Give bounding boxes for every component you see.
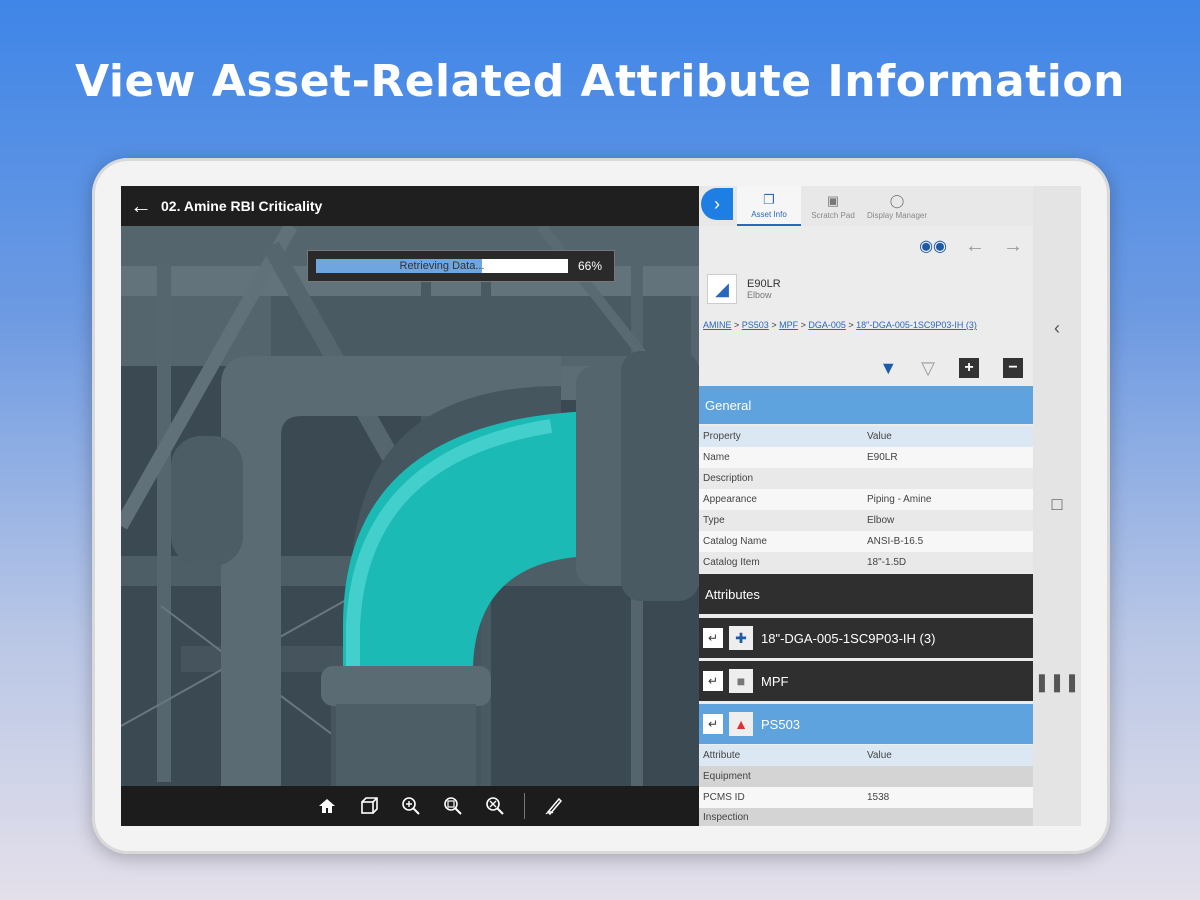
zoom-window-icon[interactable] (440, 793, 466, 819)
property-name: Appearance (703, 494, 757, 505)
asset-name: E90LR (747, 278, 781, 290)
attribute-node-ps503[interactable]: ↵ ▲ PS503 (699, 704, 1033, 744)
binoculars-icon[interactable]: ◉◉ (919, 236, 947, 256)
property-value: Elbow (867, 515, 895, 526)
arrow-right-icon[interactable]: → (1003, 235, 1023, 258)
attribute-table-header: Attribute Value (699, 745, 1033, 766)
back-nav-icon[interactable]: ‹ (1033, 318, 1081, 339)
property-name: Description (703, 473, 754, 484)
breadcrumb-link[interactable]: DGA-005 (808, 320, 846, 330)
asset-summary: ◢ E90LR Elbow (699, 266, 1033, 312)
asset-info-panel: › ❐ Asset Info ▣ Scratch Pad ◯ Display M… (699, 186, 1033, 826)
pipe-run-icon: ✚ (729, 626, 753, 650)
attribute-node-mpf[interactable]: ↵ ■ MPF (699, 661, 1033, 701)
markup-pen-icon[interactable] (541, 793, 567, 819)
column-header: Attribute (703, 750, 741, 761)
progress-label: Retrieving Data... (399, 260, 485, 272)
tablet-screen: ← 02. Amine RBI Criticality Retrieving D… (121, 186, 1081, 826)
column-header: Property (703, 431, 741, 442)
navigate-up-icon[interactable]: ↵ (703, 628, 723, 648)
general-section-header[interactable]: General (699, 386, 1033, 424)
property-name: Catalog Item (703, 557, 760, 568)
attribute-name: PCMS ID (703, 792, 745, 803)
zoom-selection-icon[interactable] (482, 793, 508, 819)
navigate-up-icon[interactable]: ↵ (703, 671, 723, 691)
3d-viewer[interactable]: ← 02. Amine RBI Criticality Retrieving D… (121, 186, 699, 826)
home-nav-icon[interactable]: □ (1033, 494, 1081, 515)
home-icon[interactable] (314, 793, 340, 819)
zoom-extents-icon[interactable] (398, 793, 424, 819)
asset-type: Elbow (747, 290, 772, 300)
cube-icon[interactable] (356, 793, 382, 819)
property-name: Type (703, 515, 725, 526)
table-row: Catalog Item 18"-1.5D (699, 552, 1033, 573)
viewer-toolbar (121, 786, 699, 826)
property-value: ANSI-B-16.5 (867, 536, 924, 547)
arrow-left-icon[interactable]: ← (121, 193, 161, 219)
breadcrumb-link[interactable]: PS503 (742, 320, 769, 330)
breadcrumb-link[interactable]: MPF (779, 320, 798, 330)
system-nav-rail: ‹ □ ❚❚❚ (1033, 186, 1081, 826)
asset-info-icon: ❐ (763, 191, 775, 207)
breadcrumb: AMINE > PS503 > MPF > DGA-005 > 18"-DGA-… (703, 320, 977, 330)
property-value: E90LR (867, 452, 898, 463)
property-value: Piping - Amine (867, 494, 932, 505)
filter-toolbar: ▼ ▽ + − (699, 352, 1033, 384)
property-value: 18"-1.5D (867, 557, 907, 568)
recents-nav-icon[interactable]: ❚❚❚ (1033, 672, 1081, 693)
expand-all-icon[interactable]: + (959, 358, 979, 378)
area-icon: ■ (729, 669, 753, 693)
attribute-group-row: Inspection (699, 808, 1033, 826)
table-row: Appearance Piping - Amine (699, 489, 1033, 510)
column-header: Value (867, 431, 892, 442)
tab-display-manager[interactable]: ◯ Display Manager (865, 186, 929, 226)
arrow-left-icon[interactable]: ← (965, 235, 985, 258)
node-label: MPF (761, 673, 789, 689)
tab-scratch-pad[interactable]: ▣ Scratch Pad (801, 186, 865, 226)
progress-percent: 66% (578, 259, 603, 273)
attribute-node-pipe-run[interactable]: ↵ ✚ 18"-DGA-005-1SC9P03-IH (3) (699, 618, 1033, 658)
navigate-up-icon[interactable]: ↵ (703, 714, 723, 734)
tab-label: Scratch Pad (811, 210, 855, 220)
display-manager-icon: ◯ (889, 192, 905, 208)
collapse-all-icon[interactable]: − (1003, 358, 1023, 378)
headline: View Asset-Related Attribute Information (75, 56, 1125, 107)
table-row: PCMS ID 1538 (699, 787, 1033, 808)
tab-label: Asset Info (751, 209, 787, 219)
attribute-group-row: Equipment (699, 766, 1033, 787)
general-table-header: Property Value (699, 426, 1033, 447)
node-label: 18"-DGA-005-1SC9P03-IH (3) (761, 630, 936, 646)
property-name: Catalog Name (703, 536, 767, 547)
chevron-right-icon[interactable]: › (701, 188, 733, 220)
panel-tabs: › ❐ Asset Info ▣ Scratch Pad ◯ Display M… (699, 186, 1033, 226)
loading-progress: Retrieving Data... 66% (307, 250, 615, 282)
scratch-pad-icon: ▣ (826, 192, 840, 208)
column-header: Value (867, 750, 892, 761)
table-row: Name E90LR (699, 447, 1033, 468)
attribute-group: Equipment (703, 771, 751, 782)
tab-asset-info[interactable]: ❐ Asset Info (737, 186, 801, 226)
filter-icon[interactable]: ▼ (879, 358, 897, 379)
attribute-value: 1538 (867, 792, 890, 803)
plant-icon: ▲ (729, 712, 753, 736)
clear-filter-icon[interactable]: ▽ (921, 358, 935, 379)
table-row: Description (699, 468, 1033, 489)
attributes-section-header[interactable]: Attributes (699, 574, 1033, 614)
table-row: Type Elbow (699, 510, 1033, 531)
tab-label: Display Manager (866, 210, 928, 220)
3d-scene[interactable] (121, 226, 699, 786)
node-label: PS503 (761, 716, 801, 732)
property-name: Name (703, 452, 730, 463)
elbow-icon: ◢ (707, 274, 737, 304)
toolbar-divider (523, 793, 525, 819)
breadcrumb-link[interactable]: AMINE (703, 320, 732, 330)
attribute-group: Inspection (703, 811, 749, 823)
progress-bar: Retrieving Data... (316, 259, 568, 273)
panel-nav: ◉◉ ← → (699, 226, 1033, 266)
table-row: Catalog Name ANSI-B-16.5 (699, 531, 1033, 552)
breadcrumb-link[interactable]: 18"-DGA-005-1SC9P03-IH (3) (856, 320, 977, 330)
viewer-header: ← 02. Amine RBI Criticality (121, 186, 699, 226)
model-title: 02. Amine RBI Criticality (161, 198, 323, 214)
